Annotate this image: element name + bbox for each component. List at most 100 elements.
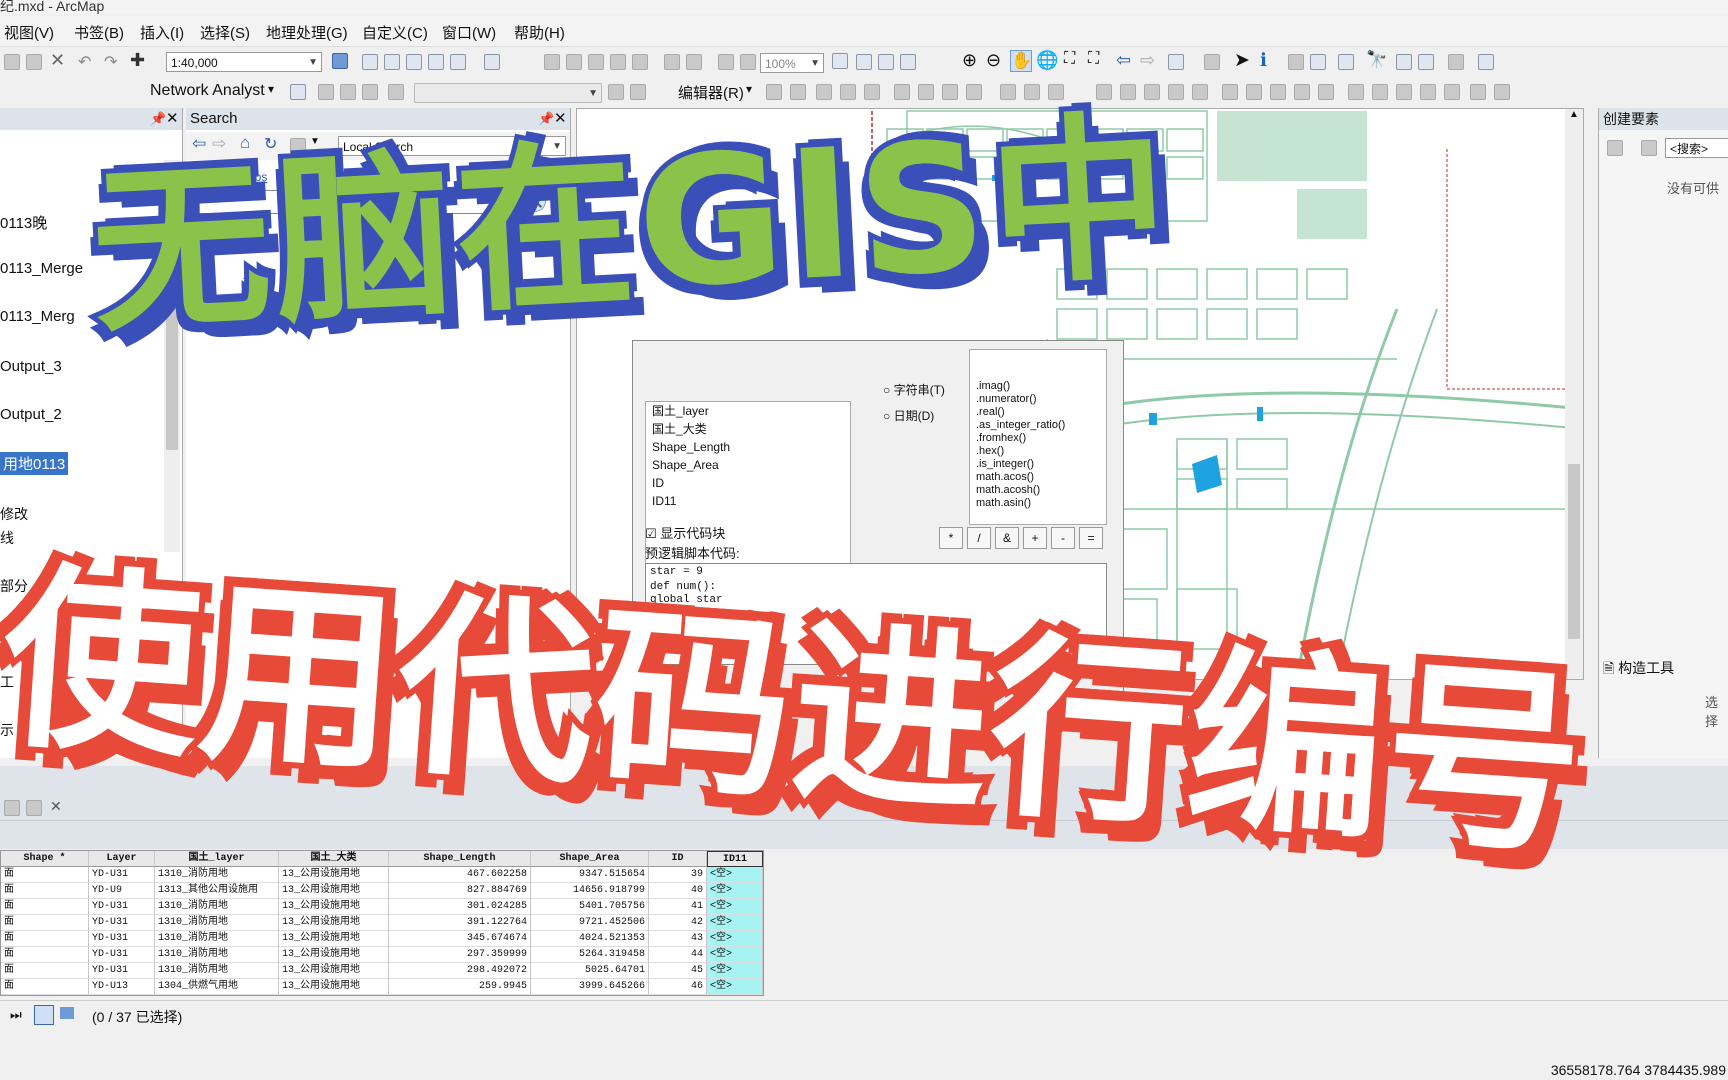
column-header[interactable]: 国土_大类 (279, 851, 389, 867)
edit-tool-icon[interactable] (1000, 84, 1016, 100)
operator-divide-button[interactable]: / (967, 527, 991, 549)
table-cell[interactable]: <空> (707, 915, 763, 931)
table-cell[interactable]: 13_公用设施用地 (279, 947, 389, 963)
forward-icon[interactable]: ⇨ (1140, 50, 1155, 71)
edit-tool-icon[interactable] (1444, 84, 1460, 100)
chevron-down-icon[interactable]: ▾ (746, 82, 752, 96)
table-cell[interactable]: <空> (707, 963, 763, 979)
edit-tool-icon[interactable] (1246, 84, 1262, 100)
table-cell[interactable]: 345.674674 (389, 931, 531, 947)
table-cell[interactable]: 42 (649, 915, 707, 931)
network-analyst-menu[interactable]: Network Analyst (150, 82, 265, 100)
edit-tool-icon[interactable] (790, 84, 806, 100)
fixed-zoom-out-icon[interactable]: ⛶ (1088, 50, 1099, 68)
template-view-icon[interactable] (1641, 140, 1657, 156)
table-cell[interactable]: 41 (649, 899, 707, 915)
function-item[interactable]: math.asin() (970, 497, 1106, 510)
functions-list[interactable]: .imag() .numerator() .real() .as_integer… (969, 349, 1107, 525)
show-all-records-icon[interactable] (34, 1005, 54, 1025)
table-cell[interactable]: <空> (707, 867, 763, 883)
column-header-selected[interactable]: ID11 (707, 851, 763, 867)
last-record-icon[interactable]: ⏭ (10, 1007, 22, 1023)
table-cell[interactable]: 面 (1, 979, 89, 995)
layout-tool-icon[interactable] (566, 54, 582, 70)
edit-tool-icon[interactable] (864, 84, 880, 100)
table-cell[interactable]: 4024.521353 (531, 931, 649, 947)
edit-tool-icon[interactable] (1270, 84, 1286, 100)
create-viewer-icon[interactable] (1478, 54, 1494, 70)
menu-customize[interactable]: 自定义(C) (362, 22, 428, 43)
zoom-in-icon[interactable]: ⊕ (962, 50, 977, 71)
table-cell[interactable]: 1304_供燃气用地 (155, 979, 279, 995)
table-cell[interactable]: 面 (1, 899, 89, 915)
table-cell[interactable]: 1313_其他公用设施用 (155, 883, 279, 899)
menu-insert[interactable]: 插入(I) (140, 22, 184, 43)
toc-layer-item-selected[interactable]: 用地0113 (0, 452, 69, 475)
table-cell[interactable]: YD-U31 (89, 931, 155, 947)
function-item[interactable]: .hex() (970, 445, 1106, 458)
add-data-icon[interactable]: ✚ (130, 50, 145, 71)
table-cell[interactable]: 面 (1, 947, 89, 963)
layout-zoom-combo[interactable]: 100% ▼ (760, 53, 824, 73)
column-header[interactable]: Layer (89, 851, 155, 867)
table-cell[interactable]: 面 (1, 931, 89, 947)
menu-windows[interactable]: 窗口(W) (442, 22, 496, 43)
show-codeblock-checkbox[interactable]: ☑ 显示代码块 (645, 523, 725, 542)
chevron-down-icon[interactable]: ▾ (268, 82, 274, 96)
edit-tool-icon[interactable] (1348, 84, 1364, 100)
table-window-icon[interactable] (26, 800, 42, 816)
field-item[interactable]: 国土_大类 (646, 420, 850, 438)
layout-tool-icon[interactable] (878, 54, 894, 70)
network-tool-icon[interactable] (608, 84, 624, 100)
table-cell[interactable]: 13_公用设施用地 (279, 883, 389, 899)
table-cell[interactable]: 297.359999 (389, 947, 531, 963)
table-cell[interactable]: YD-U31 (89, 915, 155, 931)
toc-layer-item[interactable]: 修改 (0, 504, 28, 524)
toc-layer-item[interactable]: 0113晚 (0, 212, 47, 233)
zoom-out-icon[interactable]: ⊖ (986, 50, 1001, 71)
go-to-xy-icon[interactable] (1418, 54, 1434, 70)
edit-tool-icon[interactable] (966, 84, 982, 100)
identify-icon[interactable]: ℹ (1260, 50, 1267, 71)
field-item[interactable]: ID11 (646, 492, 850, 510)
pin-icon[interactable]: 📌 (150, 108, 166, 130)
table-cell[interactable]: 5401.705756 (531, 899, 649, 915)
table-cell[interactable]: 13_公用设施用地 (279, 979, 389, 995)
layout-tool-icon[interactable] (544, 54, 560, 70)
table-cell[interactable]: 39 (649, 867, 707, 883)
table-cell[interactable]: 45 (649, 963, 707, 979)
find-icon[interactable]: 🔭 (1366, 50, 1387, 70)
copy-icon[interactable] (4, 54, 20, 70)
table-cell[interactable]: 1310_消防用地 (155, 963, 279, 979)
table-cell[interactable]: <空> (707, 899, 763, 915)
select-features-icon[interactable] (1168, 54, 1184, 70)
table-cell[interactable]: YD-U31 (89, 867, 155, 883)
delete-icon[interactable]: ✕ (50, 50, 65, 71)
menu-selection[interactable]: 选择(S) (200, 22, 250, 43)
toc-layer-item[interactable]: 0113_Merg (0, 308, 75, 325)
table-cell[interactable]: 1310_消防用地 (155, 947, 279, 963)
network-tool-icon[interactable] (388, 84, 404, 100)
close-icon[interactable]: ✕ (166, 108, 179, 130)
field-item[interactable]: 国土_layer (646, 402, 850, 420)
function-item[interactable]: .as_integer_ratio() (970, 419, 1106, 432)
table-cell[interactable]: 391.122764 (389, 915, 531, 931)
edit-tool-icon[interactable] (840, 84, 856, 100)
edit-tool-icon[interactable] (918, 84, 934, 100)
table-cell[interactable]: 9347.515654 (531, 867, 649, 883)
map-scale-combo[interactable]: 1:40,000 ▼ (166, 52, 322, 72)
fixed-zoom-in-icon[interactable]: ⛶ (1064, 50, 1075, 68)
network-tool-icon[interactable] (340, 84, 356, 100)
measure-icon[interactable] (1338, 54, 1354, 70)
operator-minus-button[interactable]: - (1051, 527, 1075, 549)
edit-tool-icon[interactable] (766, 84, 782, 100)
table-cell[interactable]: <空> (707, 883, 763, 899)
network-tool-icon[interactable] (318, 84, 334, 100)
edit-tool-icon[interactable] (1396, 84, 1412, 100)
function-item[interactable]: math.acosh() (970, 484, 1106, 497)
template-search-input[interactable]: <搜索> (1665, 138, 1728, 158)
table-cell[interactable]: 1310_消防用地 (155, 915, 279, 931)
table-cell[interactable]: YD-U31 (89, 963, 155, 979)
edit-tool-icon[interactable] (1192, 84, 1208, 100)
edit-tool-icon[interactable] (1222, 84, 1238, 100)
